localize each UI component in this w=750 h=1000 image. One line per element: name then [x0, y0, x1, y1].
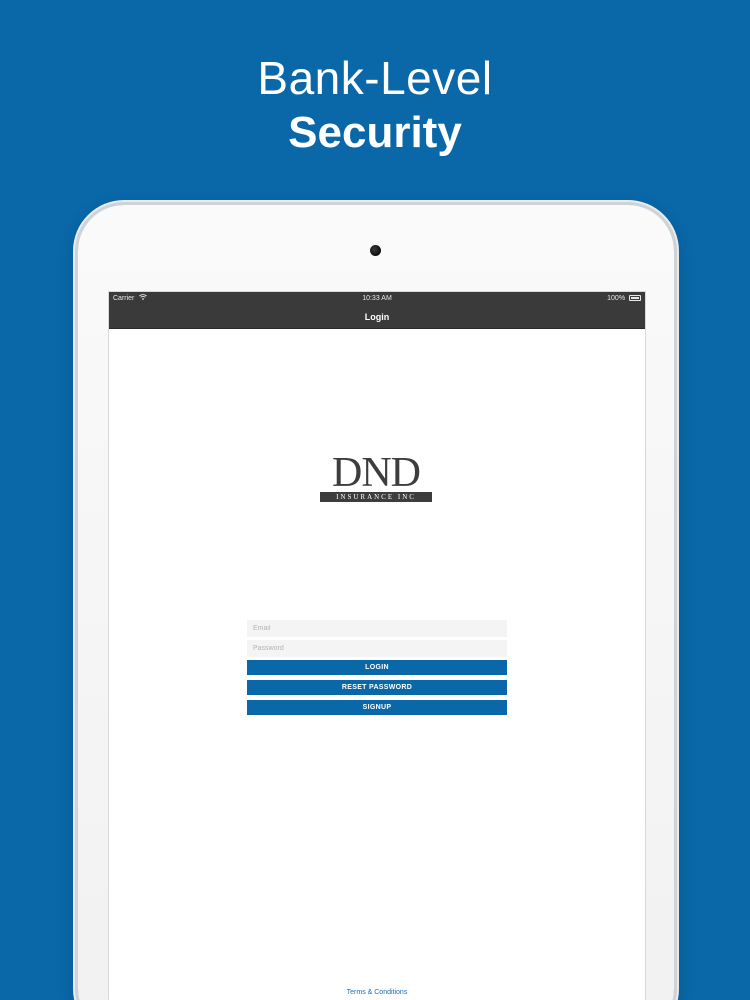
- tablet-frame: Carrier 10:33 AM 100% Login DND INSURANC…: [78, 205, 674, 1000]
- headline-line-2: Security: [288, 108, 462, 157]
- company-logo: DND INSURANCE INC: [318, 450, 434, 504]
- promo-page: Bank-Level Security Carrier 10:33 AM 100…: [0, 0, 750, 1000]
- reset-password-button[interactable]: RESET PASSWORD: [247, 680, 507, 695]
- password-field[interactable]: [247, 640, 507, 657]
- headline-line-1: Bank-Level: [257, 52, 493, 104]
- login-button[interactable]: LOGIN: [247, 660, 507, 675]
- signup-button[interactable]: SIGNUP: [247, 700, 507, 715]
- battery-percent: 100%: [607, 295, 626, 302]
- terms-link[interactable]: Terms & Conditions: [109, 989, 645, 996]
- battery-icon: [629, 295, 641, 301]
- camera-icon: [370, 245, 381, 256]
- status-time: 10:33 AM: [362, 295, 392, 302]
- email-field[interactable]: [247, 620, 507, 637]
- logo-main-text: DND: [332, 450, 421, 496]
- login-form: LOGIN RESET PASSWORD SIGNUP: [247, 620, 507, 720]
- logo-sub-text: INSURANCE INC: [320, 492, 432, 502]
- status-battery: 100%: [607, 292, 641, 306]
- nav-bar: Login: [109, 306, 645, 329]
- status-bar: Carrier 10:33 AM 100%: [109, 292, 645, 306]
- login-content: DND INSURANCE INC LOGIN RESET PASSWORD S…: [109, 329, 645, 1000]
- nav-title: Login: [364, 312, 390, 322]
- tablet-screen: Carrier 10:33 AM 100% Login DND INSURANC…: [108, 291, 646, 1000]
- promo-headline: Bank-Level Security: [0, 52, 750, 158]
